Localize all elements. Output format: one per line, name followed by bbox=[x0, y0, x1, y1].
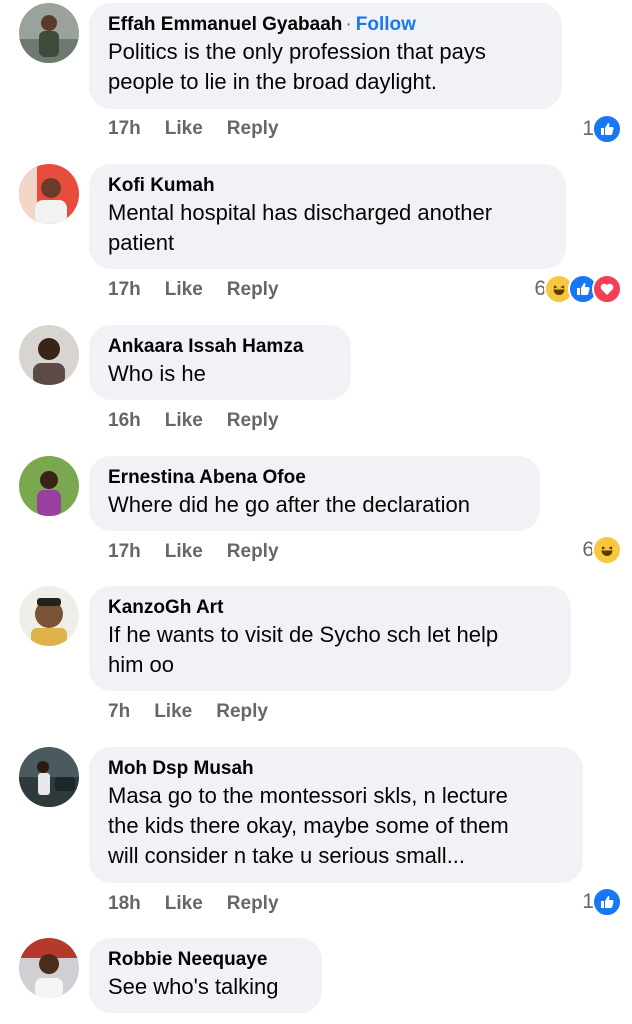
reply-button[interactable]: Reply bbox=[227, 541, 279, 563]
reaction-summary[interactable]: 6 bbox=[582, 535, 622, 565]
like-icon bbox=[592, 114, 622, 144]
comment-actions: 17h Like Reply bbox=[108, 118, 279, 140]
like-button[interactable]: Like bbox=[165, 410, 203, 432]
avatar[interactable] bbox=[19, 747, 79, 807]
comment-text-line: Masa go to the montessori skls, n lectur… bbox=[108, 783, 508, 808]
comment-bubble: Moh Dsp Musah Masa go to the montessori … bbox=[89, 747, 583, 883]
avatar[interactable] bbox=[19, 164, 79, 224]
comment-text: Politics is the only profession that pay… bbox=[108, 37, 542, 97]
comment-text-line: Politics is the only profession that pay… bbox=[108, 39, 486, 64]
comment-time[interactable]: 18h bbox=[108, 893, 141, 915]
comment-time[interactable]: 7h bbox=[108, 701, 130, 723]
comment-text: See who's talking bbox=[108, 972, 302, 1002]
comment-author[interactable]: Robbie Neequaye bbox=[108, 949, 267, 970]
comment-bubble: Kofi Kumah Mental hospital has discharge… bbox=[89, 164, 566, 269]
reply-button[interactable]: Reply bbox=[216, 701, 268, 723]
avatar[interactable] bbox=[19, 456, 79, 516]
reaction-summary[interactable]: 1 bbox=[582, 887, 622, 917]
comment-author[interactable]: Ernestina Abena Ofoe bbox=[108, 467, 306, 488]
like-button[interactable]: Like bbox=[165, 541, 203, 563]
comment-bubble: KanzoGh Art If he wants to visit de Sych… bbox=[89, 586, 571, 691]
comment-text-line: will consider n take u serious small... bbox=[108, 843, 466, 868]
reaction-summary[interactable]: 6 bbox=[534, 274, 622, 304]
comment-text-line: him oo bbox=[108, 652, 175, 677]
comment-text: Masa go to the montessori skls, n lectur… bbox=[108, 781, 563, 871]
comment-bubble: Ankaara Issah Hamza Who is he bbox=[89, 325, 351, 400]
comment-text: Who is he bbox=[108, 359, 331, 389]
comment-bubble: Effah Emmanuel Gyabaah · Follow Politics i… bbox=[89, 3, 562, 109]
like-button[interactable]: Like bbox=[165, 279, 203, 301]
reply-button[interactable]: Reply bbox=[227, 118, 279, 140]
comment-bubble: Robbie Neequaye See who's talking bbox=[89, 938, 322, 1013]
like-button[interactable]: Like bbox=[165, 893, 203, 915]
comment-text-line: the kids there okay, maybe some of them bbox=[108, 813, 509, 838]
comment-text-line: If he wants to visit de Sycho sch let he… bbox=[108, 622, 499, 647]
like-button[interactable]: Like bbox=[154, 701, 192, 723]
comment-time[interactable]: 17h bbox=[108, 118, 141, 140]
comment-text-line: Who is he bbox=[108, 361, 206, 386]
separator-dot: · bbox=[345, 14, 352, 35]
comment-actions: 7h Like Reply bbox=[108, 701, 268, 723]
comment-time[interactable]: 17h bbox=[108, 541, 141, 563]
comment-actions: 18h Like Reply bbox=[108, 893, 279, 915]
comment-author[interactable]: Moh Dsp Musah bbox=[108, 758, 254, 779]
comment-text-line: patient bbox=[108, 230, 175, 255]
comment-time[interactable]: 16h bbox=[108, 410, 141, 432]
reply-button[interactable]: Reply bbox=[227, 893, 279, 915]
like-button[interactable]: Like bbox=[165, 118, 203, 140]
comment-text: Mental hospital has discharged another p… bbox=[108, 198, 546, 258]
avatar[interactable] bbox=[19, 3, 79, 63]
haha-icon bbox=[592, 535, 622, 565]
comment-actions: 16h Like Reply bbox=[108, 410, 279, 432]
avatar[interactable] bbox=[19, 938, 79, 998]
comment-text-line: See who's talking bbox=[108, 974, 279, 999]
comment-time[interactable]: 17h bbox=[108, 279, 141, 301]
comment-actions: 17h Like Reply bbox=[108, 279, 279, 301]
comment-author[interactable]: Effah Emmanuel Gyabaah bbox=[108, 14, 342, 35]
comment-author[interactable]: Ankaara Issah Hamza bbox=[108, 336, 303, 357]
comment-text-line: people to lie in the broad daylight. bbox=[108, 69, 438, 94]
reply-button[interactable]: Reply bbox=[227, 279, 279, 301]
like-icon bbox=[592, 887, 622, 917]
reply-button[interactable]: Reply bbox=[227, 410, 279, 432]
comment-text: If he wants to visit de Sycho sch let he… bbox=[108, 620, 551, 680]
comment-author[interactable]: Kofi Kumah bbox=[108, 175, 215, 196]
comment-actions: 17h Like Reply bbox=[108, 541, 279, 563]
comment-bubble: Ernestina Abena Ofoe Where did he go aft… bbox=[89, 456, 540, 531]
comment-text: Where did he go after the declaration bbox=[108, 490, 520, 520]
avatar[interactable] bbox=[19, 586, 79, 646]
follow-button[interactable]: Follow bbox=[356, 14, 416, 35]
love-icon bbox=[592, 274, 622, 304]
comment-author[interactable]: KanzoGh Art bbox=[108, 597, 223, 618]
avatar[interactable] bbox=[19, 325, 79, 385]
comment-text-line: Mental hospital has discharged another bbox=[108, 200, 493, 225]
reaction-summary[interactable]: 1 bbox=[582, 114, 622, 144]
comment-text-line: Where did he go after the declaration bbox=[108, 492, 471, 517]
